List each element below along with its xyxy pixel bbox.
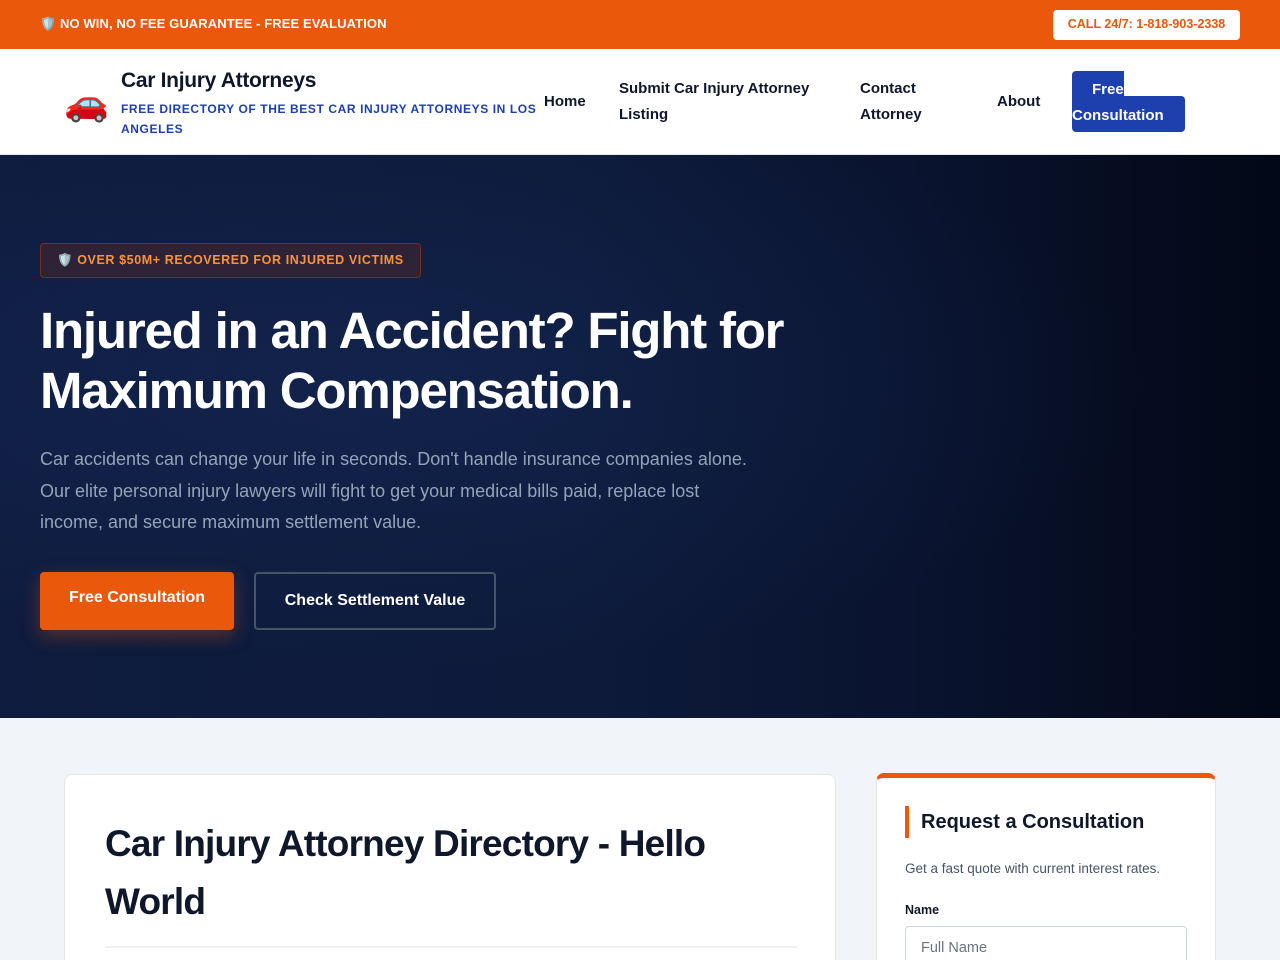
hero-glow (0, 155, 1280, 718)
cta-label-line2: Consultation (1072, 107, 1164, 124)
name-label: Name (905, 903, 940, 917)
nav-home[interactable]: Home (544, 89, 586, 115)
title-accent-bar (905, 806, 909, 838)
site-tagline: FREE DIRECTORY OF THE BEST CAR INJURY AT… (121, 102, 537, 136)
free-consultation-button[interactable]: Free Consultation (40, 572, 234, 630)
nav-free-consultation-button[interactable]: Free Consultation (1072, 71, 1185, 132)
call-phone-button[interactable]: CALL 24/7: 1-818-903-2338 (1053, 10, 1240, 40)
site-title[interactable]: Car Injury Attorneys (121, 69, 316, 93)
name-input[interactable] (905, 926, 1187, 960)
directory-title: Car Injury Attorney Directory - Hello Wo… (105, 823, 706, 922)
form-subtitle: Get a fast quote with current interest r… (905, 861, 1161, 876)
check-settlement-button[interactable]: Check Settlement Value (254, 572, 496, 630)
site-header: 🚗 Car Injury Attorneys FREE DIRECTORY OF… (0, 49, 1280, 155)
nav-about[interactable]: About (997, 89, 1040, 115)
hero-section: 🛡️ OVER $50M+ RECOVERED FOR INJURED VICT… (0, 155, 1280, 718)
divider (105, 946, 797, 948)
hero-headline: Injured in an Accident? Fight for Maximu… (40, 302, 785, 419)
cta-label: Free Consultation (1072, 77, 1185, 129)
directory-card: Car Injury Attorney Directory - Hello Wo… (64, 774, 836, 960)
guarantee-text: 🛡️ NO WIN, NO FEE GUARANTEE - FREE EVALU… (40, 16, 387, 31)
announcement-bar: 🛡️ NO WIN, NO FEE GUARANTEE - FREE EVALU… (0, 0, 1280, 49)
cta-label-line1: Free (1092, 81, 1124, 98)
hero-description: Car accidents can change your life in se… (40, 449, 747, 532)
consultation-form-card: Request a Consultation Get a fast quote … (876, 773, 1216, 960)
form-title: Request a Consultation (921, 811, 1145, 833)
recovered-badge: 🛡️ OVER $50M+ RECOVERED FOR INJURED VICT… (40, 243, 421, 278)
nav-submit-listing[interactable]: Submit Car Injury Attorney Listing (619, 76, 829, 128)
car-icon: 🚗 (64, 82, 109, 123)
nav-contact-attorney[interactable]: Contact Attorney (860, 76, 950, 128)
